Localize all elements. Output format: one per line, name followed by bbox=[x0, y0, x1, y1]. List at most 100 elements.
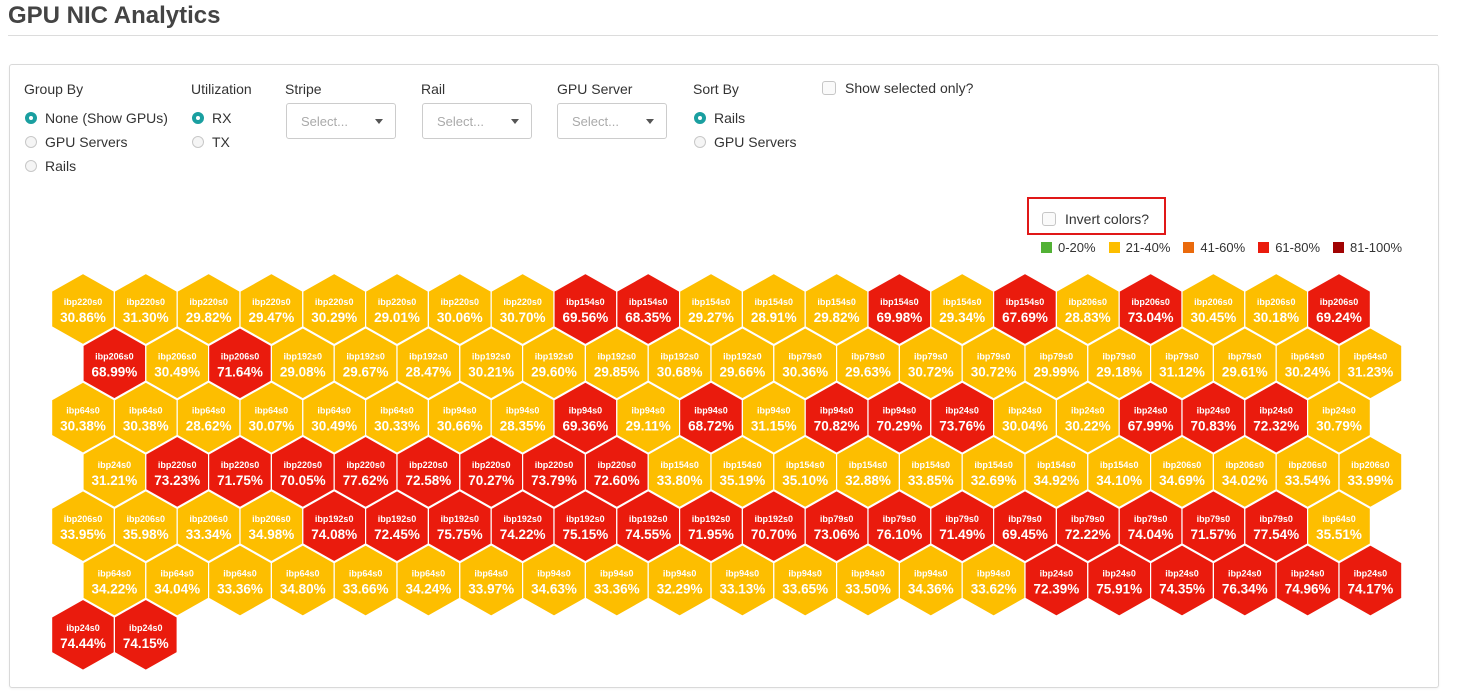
hex-utilization-value: 68.99% bbox=[92, 364, 138, 379]
hex-nic-name: ibp24s0 bbox=[1040, 569, 1074, 579]
hex-utilization-value: 29.60% bbox=[531, 364, 577, 379]
hex-utilization-value: 71.49% bbox=[939, 527, 985, 542]
hex-nic-name: ibp192s0 bbox=[441, 514, 480, 524]
hex-utilization-value: 33.50% bbox=[845, 582, 891, 597]
hex-nic-name: ibp79s0 bbox=[788, 351, 822, 361]
hex-utilization-value: 67.99% bbox=[1128, 419, 1174, 434]
hex-nic-name: ibp94s0 bbox=[537, 569, 571, 579]
hex-utilization-value: 72.58% bbox=[406, 473, 452, 488]
hex-utilization-value: 30.66% bbox=[437, 419, 483, 434]
hex-utilization-value: 33.36% bbox=[217, 582, 263, 597]
hex-nic-name: ibp79s0 bbox=[1197, 514, 1231, 524]
hex-utilization-value: 72.45% bbox=[374, 527, 420, 542]
hex-nic-name: ibp220s0 bbox=[315, 297, 354, 307]
hex-utilization-value: 77.54% bbox=[1253, 527, 1299, 542]
hex-nic-name: ibp79s0 bbox=[977, 351, 1011, 361]
hex-nic-name: ibp64s0 bbox=[1322, 514, 1356, 524]
hex-nic-name: ibp64s0 bbox=[160, 569, 194, 579]
hex-nic-name: ibp206s0 bbox=[1288, 460, 1327, 470]
hex-nic-name: ibp220s0 bbox=[127, 297, 166, 307]
hex-utilization-value: 33.54% bbox=[1285, 473, 1331, 488]
hex-utilization-value: 28.91% bbox=[751, 310, 797, 325]
hex-nic-name: ibp24s0 bbox=[98, 460, 132, 470]
hex-nic-name: ibp24s0 bbox=[1291, 569, 1325, 579]
hex-nic-name: ibp94s0 bbox=[506, 406, 540, 416]
hex-utilization-value: 30.70% bbox=[500, 310, 546, 325]
hex-utilization-value: 74.04% bbox=[1128, 527, 1174, 542]
hex-nic-name: ibp220s0 bbox=[598, 460, 637, 470]
hex-nic-name: ibp94s0 bbox=[977, 569, 1011, 579]
hex-nic-name: ibp220s0 bbox=[441, 297, 480, 307]
hex-nic-name: ibp154s0 bbox=[943, 297, 982, 307]
hex-nic-name: ibp206s0 bbox=[127, 514, 166, 524]
hex-utilization-value: 34.36% bbox=[908, 582, 954, 597]
hex-utilization-value: 73.04% bbox=[1128, 310, 1174, 325]
hex-utilization-value: 30.33% bbox=[374, 419, 420, 434]
hex-utilization-value: 70.82% bbox=[814, 419, 860, 434]
hex-utilization-value: 77.62% bbox=[343, 473, 389, 488]
hex-nic-name: ibp154s0 bbox=[974, 460, 1013, 470]
hex-utilization-value: 71.64% bbox=[217, 364, 263, 379]
hex-utilization-value: 33.65% bbox=[782, 582, 828, 597]
hex-utilization-value: 34.80% bbox=[280, 582, 326, 597]
hex-nic-name: ibp94s0 bbox=[663, 569, 697, 579]
hex-utilization-value: 34.24% bbox=[406, 582, 452, 597]
hex-nic-name: ibp64s0 bbox=[286, 569, 320, 579]
hex-utilization-value: 34.10% bbox=[1096, 473, 1142, 488]
hex-utilization-value: 29.82% bbox=[186, 310, 232, 325]
hex-nic-name: ibp64s0 bbox=[66, 406, 100, 416]
hex-utilization-value: 70.70% bbox=[751, 527, 797, 542]
hex-nic-name: ibp154s0 bbox=[629, 297, 668, 307]
hex-nic-name: ibp64s0 bbox=[255, 406, 289, 416]
hex-nic-name: ibp94s0 bbox=[726, 569, 760, 579]
hex-utilization-value: 31.23% bbox=[1348, 364, 1394, 379]
hex-utilization-value: 32.69% bbox=[971, 473, 1017, 488]
hex-nic-name: ibp192s0 bbox=[409, 351, 448, 361]
hex-nic-name: ibp154s0 bbox=[786, 460, 825, 470]
hex-nic-name: ibp154s0 bbox=[912, 460, 951, 470]
hex-utilization-value: 73.06% bbox=[814, 527, 860, 542]
hex-utilization-value: 28.47% bbox=[406, 364, 452, 379]
hex-utilization-value: 30.72% bbox=[908, 364, 954, 379]
hex-utilization-value: 34.98% bbox=[249, 527, 295, 542]
hex-utilization-value: 74.35% bbox=[1159, 582, 1205, 597]
hex-utilization-value: 35.98% bbox=[123, 527, 169, 542]
hex-utilization-value: 69.36% bbox=[563, 419, 609, 434]
hex-utilization-value: 30.21% bbox=[468, 364, 514, 379]
hex-nic-name: ibp24s0 bbox=[1228, 569, 1262, 579]
hex-utilization-value: 30.72% bbox=[971, 364, 1017, 379]
hex-nic-name: ibp206s0 bbox=[1257, 297, 1296, 307]
hex-utilization-value: 31.30% bbox=[123, 310, 169, 325]
hex-nic-name: ibp192s0 bbox=[755, 514, 794, 524]
hex-nic-name: ibp94s0 bbox=[820, 406, 854, 416]
hex-nic-name: ibp79s0 bbox=[914, 351, 948, 361]
hex-nic-name: ibp64s0 bbox=[317, 406, 351, 416]
hex-nic-name: ibp220s0 bbox=[503, 297, 542, 307]
hex-nic-name: ibp64s0 bbox=[223, 569, 257, 579]
hex-nic-name: ibp220s0 bbox=[64, 297, 103, 307]
hex-nic-name: ibp64s0 bbox=[1354, 351, 1388, 361]
hex-nic-name: ibp220s0 bbox=[221, 460, 260, 470]
hex-utilization-value: 29.11% bbox=[626, 419, 671, 434]
hex-nic-name: ibp220s0 bbox=[284, 460, 323, 470]
hex-nic-name: ibp64s0 bbox=[1291, 351, 1325, 361]
hex-nic-name: ibp79s0 bbox=[1008, 514, 1042, 524]
hex-nic-name: ibp24s0 bbox=[1322, 406, 1356, 416]
hex-nic-name: ibp24s0 bbox=[1102, 569, 1136, 579]
hex-utilization-value: 28.62% bbox=[186, 419, 232, 434]
hex-nic-name: ibp154s0 bbox=[1100, 460, 1139, 470]
hex-utilization-value: 74.22% bbox=[500, 527, 546, 542]
hex-nic-name: ibp94s0 bbox=[883, 406, 917, 416]
hex-utilization-value: 30.38% bbox=[123, 419, 169, 434]
hex-nic-name: ibp64s0 bbox=[192, 406, 226, 416]
hex-nic-name: ibp220s0 bbox=[252, 297, 291, 307]
hex-nic-name: ibp154s0 bbox=[1006, 297, 1045, 307]
hex-utilization-value: 67.69% bbox=[1002, 310, 1048, 325]
hex-nic-name: ibp206s0 bbox=[1069, 297, 1108, 307]
hex-utilization-value: 71.95% bbox=[688, 527, 734, 542]
hex-utilization-value: 30.86% bbox=[60, 310, 106, 325]
hex-utilization-value: 74.55% bbox=[625, 527, 671, 542]
hex-utilization-value: 70.83% bbox=[1191, 419, 1237, 434]
hex-utilization-value: 74.44% bbox=[60, 636, 106, 651]
hex-utilization-value: 34.04% bbox=[154, 582, 200, 597]
